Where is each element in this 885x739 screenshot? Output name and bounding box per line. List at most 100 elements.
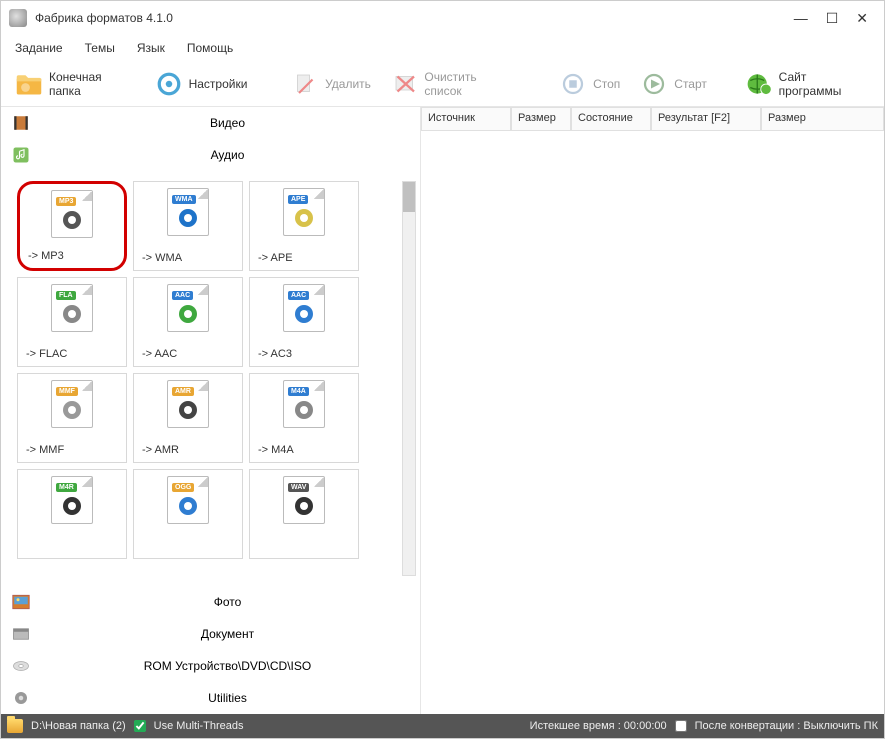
col-source[interactable]: Источник [421, 107, 511, 131]
format-tag: OGG [172, 483, 194, 492]
after-convert-checkbox[interactable] [675, 720, 687, 732]
menu-help[interactable]: Помощь [187, 41, 233, 55]
photo-icon [11, 592, 31, 612]
output-folder-button[interactable]: Конечная папка [7, 66, 143, 102]
format-label: -> MP3 [20, 250, 64, 262]
delete-icon [291, 70, 319, 98]
category-document[interactable]: Документ [1, 618, 420, 650]
format-grid: MP3-> MP3WMA-> WMAAPE-> APEFLA-> FLACAAC… [1, 171, 420, 586]
format-card-wma[interactable]: WMA -> WMA [133, 181, 243, 271]
status-path[interactable]: D:\Новая папка (2) [31, 720, 126, 732]
elapsed-time: Истекшее время : 00:00:00 [530, 720, 667, 732]
format-tag: M4R [56, 483, 77, 492]
website-button[interactable]: Сайт программы [737, 66, 878, 102]
category-audio[interactable]: Аудио [1, 139, 420, 171]
format-tag: AMR [172, 387, 194, 396]
format-card-ogg[interactable]: OGG [133, 469, 243, 559]
col-size2[interactable]: Размер [761, 107, 884, 131]
format-card-m4r[interactable]: M4R [17, 469, 127, 559]
settings-button[interactable]: Настройки [147, 66, 256, 102]
format-visual-icon [291, 301, 317, 327]
format-visual-icon [291, 397, 317, 423]
format-visual-icon [59, 493, 85, 519]
disc-icon [11, 656, 31, 676]
format-visual-icon [175, 493, 201, 519]
format-label: -> M4A [250, 444, 294, 456]
clear-list-button[interactable]: Очистить список [383, 66, 524, 102]
window-title: Фабрика форматов 4.1.0 [35, 11, 173, 25]
maximize-button[interactable]: ☐ [826, 10, 839, 27]
menu-language[interactable]: Язык [137, 41, 165, 55]
music-icon [11, 145, 31, 165]
clear-icon [391, 70, 418, 98]
menu-task[interactable]: Задание [15, 41, 63, 55]
format-label: -> AAC [134, 348, 177, 360]
category-rom[interactable]: ROM Устройство\DVD\CD\ISO [1, 650, 420, 682]
format-card-aac[interactable]: AAC -> AAC [133, 277, 243, 367]
format-tag: M4A [288, 387, 309, 396]
play-icon [640, 70, 668, 98]
col-result[interactable]: Результат [F2] [651, 107, 761, 131]
format-card-fla[interactable]: FLA-> FLAC [17, 277, 127, 367]
file-icon: APE [283, 188, 325, 236]
scrollbar[interactable] [402, 181, 416, 576]
format-label: -> AC3 [250, 348, 292, 360]
status-bar: D:\Новая папка (2) Use Multi-Threads Ист… [1, 714, 884, 738]
folder-mini-icon[interactable] [7, 719, 23, 733]
stop-icon [559, 70, 587, 98]
globe-icon [745, 70, 773, 98]
gear-small-icon [11, 688, 31, 708]
gear-icon [155, 70, 183, 98]
category-utilities[interactable]: Utilities [1, 682, 420, 714]
file-icon: M4A [283, 380, 325, 428]
format-card-wav[interactable]: WAV [249, 469, 359, 559]
category-photo[interactable]: Фото [1, 586, 420, 618]
file-icon: WAV [283, 476, 325, 524]
format-card-amr[interactable]: AMR -> AMR [133, 373, 243, 463]
format-card-m4a[interactable]: M4A -> M4A [249, 373, 359, 463]
format-card-mmf[interactable]: MMF -> MMF [17, 373, 127, 463]
format-visual-icon [291, 493, 317, 519]
format-label: -> MMF [18, 444, 64, 456]
format-tag: WMA [172, 195, 196, 204]
format-tag: MP3 [56, 197, 76, 206]
col-state[interactable]: Состояние [571, 107, 651, 131]
format-visual-icon [59, 397, 85, 423]
format-label: -> AMR [134, 444, 179, 456]
close-button[interactable]: ✕ [856, 10, 868, 27]
film-icon [11, 113, 31, 133]
format-card-aac[interactable]: AAC -> AC3 [249, 277, 359, 367]
minimize-button[interactable]: — [794, 10, 808, 27]
format-card-mp3[interactable]: MP3 -> MP3 [17, 181, 127, 271]
format-visual-icon [175, 397, 201, 423]
file-icon: AAC [167, 284, 209, 332]
format-tag: AAC [172, 291, 193, 300]
col-size[interactable]: Размер [511, 107, 571, 131]
format-tag: APE [288, 195, 308, 204]
toolbar: Конечная папка Настройки Удалить Очистит… [1, 61, 884, 107]
format-visual-icon [291, 205, 317, 231]
left-pane: Видео Аудио MP3 -> MP3 WMA -> WMA APE-> APE F… [1, 107, 421, 714]
multi-threads-checkbox[interactable] [134, 720, 146, 732]
format-visual-icon [175, 205, 201, 231]
format-tag: AAC [288, 291, 309, 300]
title-bar: Фабрика форматов 4.1.0 — ☐ ✕ [1, 1, 884, 35]
menu-themes[interactable]: Темы [85, 41, 115, 55]
file-icon: OGG [167, 476, 209, 524]
list-headers: Источник Размер Состояние Результат [F2]… [421, 107, 884, 131]
format-tag: MMF [56, 387, 78, 396]
menu-bar: Задание Темы Язык Помощь [1, 35, 884, 61]
category-video[interactable]: Видео [1, 107, 420, 139]
stop-button[interactable]: Стоп [551, 66, 628, 102]
start-button[interactable]: Старт [632, 66, 715, 102]
format-visual-icon [59, 301, 85, 327]
file-list [421, 131, 884, 714]
format-label: -> WMA [134, 252, 182, 264]
scrollbar-thumb[interactable] [403, 182, 415, 212]
file-icon: AMR [167, 380, 209, 428]
format-card-ape[interactable]: APE-> APE [249, 181, 359, 271]
file-icon: AAC [283, 284, 325, 332]
delete-button[interactable]: Удалить [283, 66, 379, 102]
format-tag: WAV [288, 483, 309, 492]
app-icon [9, 9, 27, 27]
